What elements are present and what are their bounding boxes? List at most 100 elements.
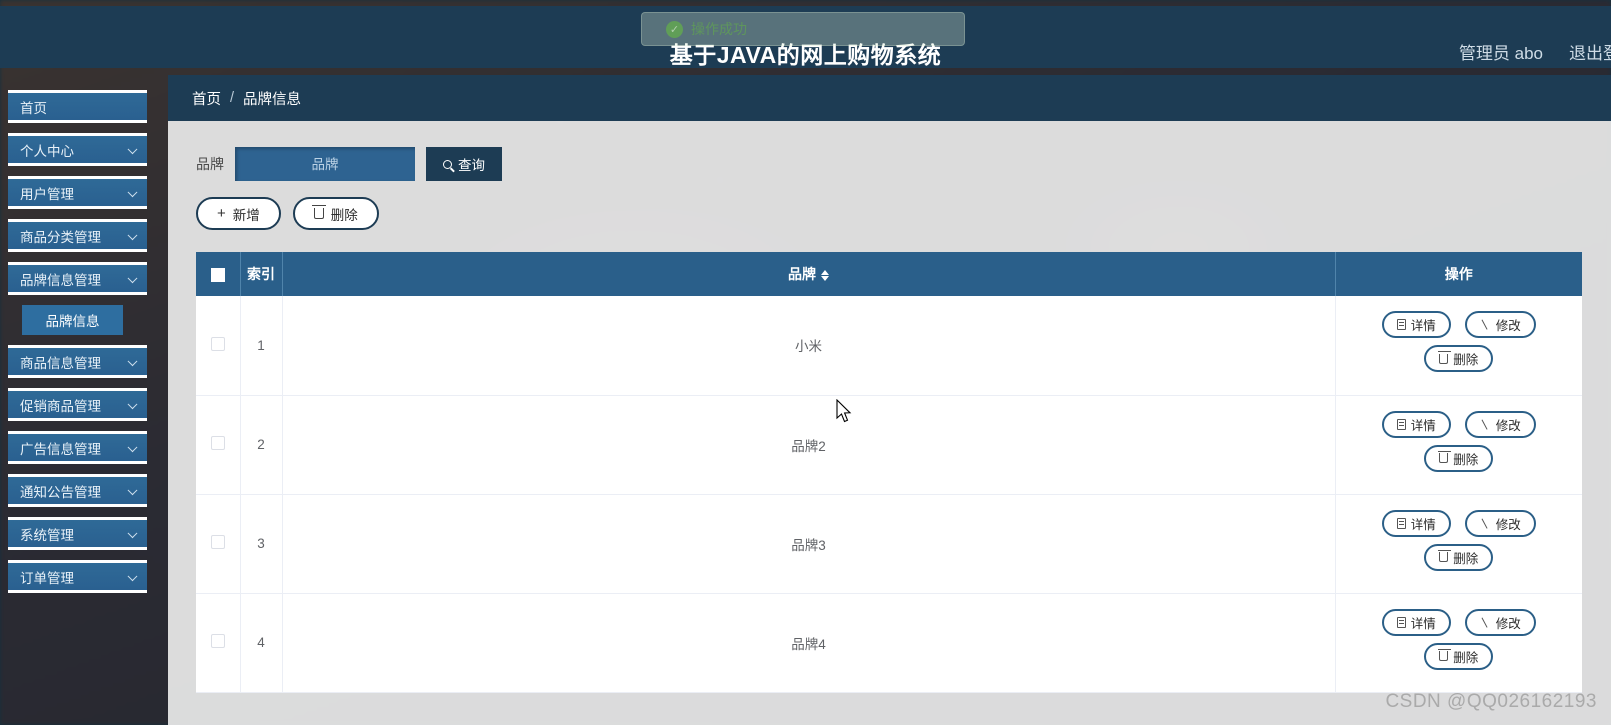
edit-button[interactable]: 修改	[1464, 410, 1536, 438]
edit-label: 修改	[1495, 319, 1521, 334]
operation-header: 操作	[1335, 252, 1582, 296]
detail-label: 详情	[1410, 319, 1436, 334]
breadcrumb: 首页 / 品牌信息	[168, 75, 1611, 121]
user-area: 管理员 abo 退出登录	[1459, 39, 1611, 64]
edit-button[interactable]: 修改	[1464, 311, 1536, 339]
row-brand-cell: 品牌3	[282, 494, 1336, 594]
row-brand-cell: 品牌2	[282, 395, 1336, 495]
edit-button[interactable]: 修改	[1464, 509, 1536, 537]
row-checkbox[interactable]	[210, 336, 225, 351]
trash-icon	[1438, 549, 1451, 562]
sidebar-item-3[interactable]: 商品分类管理	[8, 219, 147, 252]
sidebar-item-label: 商品分类管理	[20, 229, 101, 245]
op-row-primary: 详情 修改	[1342, 608, 1577, 636]
row-checkbox[interactable]	[210, 634, 225, 648]
row-checkbox[interactable]	[210, 436, 225, 450]
sidebar-item-9[interactable]: 系统管理	[8, 517, 147, 550]
delete-button[interactable]: 删除	[1424, 642, 1494, 670]
chevron-down-icon	[127, 398, 138, 409]
sidebar-item-2[interactable]: 用户管理	[8, 176, 147, 209]
document-icon	[1396, 616, 1406, 628]
delete-label: 删除	[1453, 551, 1479, 566]
table-row: 2 品牌2 详情 修改 删除	[196, 395, 1582, 495]
trash-icon	[312, 205, 327, 219]
sidebar-item-8[interactable]: 通知公告管理	[8, 474, 147, 507]
sidebar-item-label: 促销商品管理	[20, 398, 101, 414]
logout-link[interactable]: 退出登录	[1569, 39, 1611, 64]
brand-header[interactable]: 品牌	[282, 252, 1336, 296]
chevron-down-icon	[127, 570, 138, 581]
op-row-primary: 详情 修改	[1342, 311, 1577, 339]
sort-arrows-icon[interactable]	[821, 269, 829, 281]
delete-button[interactable]: 删除	[1424, 345, 1494, 373]
document-icon	[1396, 418, 1406, 430]
detail-button[interactable]: 详情	[1381, 608, 1451, 636]
chevron-down-icon	[127, 143, 138, 154]
brand-filter-label: 品牌	[196, 156, 224, 172]
toast-notification: ✓ 操作成功	[641, 12, 965, 46]
table-container: 索引 品牌 操作 1 小米 详情 修改 删除 2 品牌2 详情 修改 删除 3 品牌3 详情 修改 删除 4 品…	[168, 230, 1582, 693]
trash-icon	[1438, 648, 1451, 661]
row-index-cell: 2	[240, 395, 283, 495]
sidebar-item-6[interactable]: 促销商品管理	[8, 388, 147, 421]
table-header-row: 索引 品牌 操作	[196, 252, 1582, 296]
sidebar-item-5[interactable]: 商品信息管理	[8, 345, 147, 378]
pencil-icon	[1480, 319, 1491, 330]
table-row: 3 品牌3 详情 修改 删除	[196, 494, 1582, 594]
breadcrumb-current: 品牌信息	[243, 91, 302, 108]
search-icon	[443, 159, 452, 169]
chevron-down-icon	[127, 186, 138, 197]
table-row: 4 品牌4 详情 修改 删除	[196, 593, 1582, 693]
sidebar-nav: 首页个人中心用户管理商品分类管理品牌信息管理品牌信息商品信息管理促销商品管理 广告…	[8, 90, 147, 603]
batch-delete-button[interactable]: 删除	[292, 197, 379, 230]
sidebar-item-label: 系统管理	[20, 527, 74, 543]
document-icon	[1396, 517, 1406, 529]
brand-search-input[interactable]	[235, 147, 415, 181]
select-all-checkbox[interactable]	[210, 268, 225, 283]
sidebar-item-label: 通知公告管理	[20, 484, 101, 500]
check-circle-icon: ✓	[666, 20, 683, 38]
sidebar-item-0[interactable]: 首页	[8, 90, 147, 123]
chevron-down-icon	[127, 229, 138, 240]
index-header: 索引	[240, 252, 283, 296]
breadcrumb-separator: /	[230, 90, 235, 106]
sidebar-item-4[interactable]: 品牌信息管理	[8, 262, 147, 295]
detail-button[interactable]: 详情	[1381, 410, 1451, 438]
brand-header-label: 品牌	[788, 266, 816, 282]
row-brand-cell: 小米	[282, 296, 1336, 396]
sidebar-submenu-item-brand-info[interactable]: 品牌信息	[22, 305, 123, 335]
sidebar-item-7[interactable]: 广告信息管理	[8, 431, 147, 464]
select-all-header	[196, 252, 241, 296]
row-index-cell: 4	[240, 593, 283, 693]
row-select-cell	[196, 395, 241, 495]
row-brand-cell: 品牌4	[282, 593, 1336, 693]
chevron-down-icon	[127, 441, 138, 452]
sidebar-item-1[interactable]: 个人中心	[8, 133, 147, 166]
table-head: 索引 品牌 操作	[196, 252, 1582, 296]
delete-button[interactable]: 删除	[1424, 543, 1494, 571]
op-row-primary: 详情 修改	[1342, 410, 1577, 438]
sidebar-item-label: 首页	[20, 100, 47, 116]
search-button[interactable]: 查询	[426, 147, 502, 181]
add-button[interactable]: + 新增	[196, 197, 281, 230]
delete-button[interactable]: 删除	[1424, 444, 1494, 472]
row-select-cell	[196, 296, 241, 396]
detail-button[interactable]: 详情	[1381, 311, 1451, 339]
row-checkbox[interactable]	[210, 535, 225, 549]
breadcrumb-home[interactable]: 首页	[192, 88, 221, 109]
search-button-label: 查询	[458, 158, 485, 173]
detail-label: 详情	[1410, 517, 1436, 532]
edit-button[interactable]: 修改	[1464, 608, 1536, 636]
detail-button[interactable]: 详情	[1381, 509, 1451, 537]
edit-label: 修改	[1495, 517, 1521, 532]
sidebar-item-label: 个人中心	[20, 143, 74, 159]
sidebar-item-label: 广告信息管理	[20, 441, 101, 457]
content-panel: 首页 / 品牌信息 品牌 查询 + 新增 删除 索引	[168, 75, 1611, 725]
trash-icon	[1438, 351, 1451, 364]
sidebar-item-10[interactable]: 订单管理	[8, 560, 147, 593]
pencil-icon	[1480, 518, 1491, 529]
toast-message: 操作成功	[691, 21, 747, 37]
delete-label: 删除	[1453, 650, 1479, 665]
sidebar-item-label: 用户管理	[20, 186, 74, 202]
document-icon	[1396, 319, 1406, 331]
